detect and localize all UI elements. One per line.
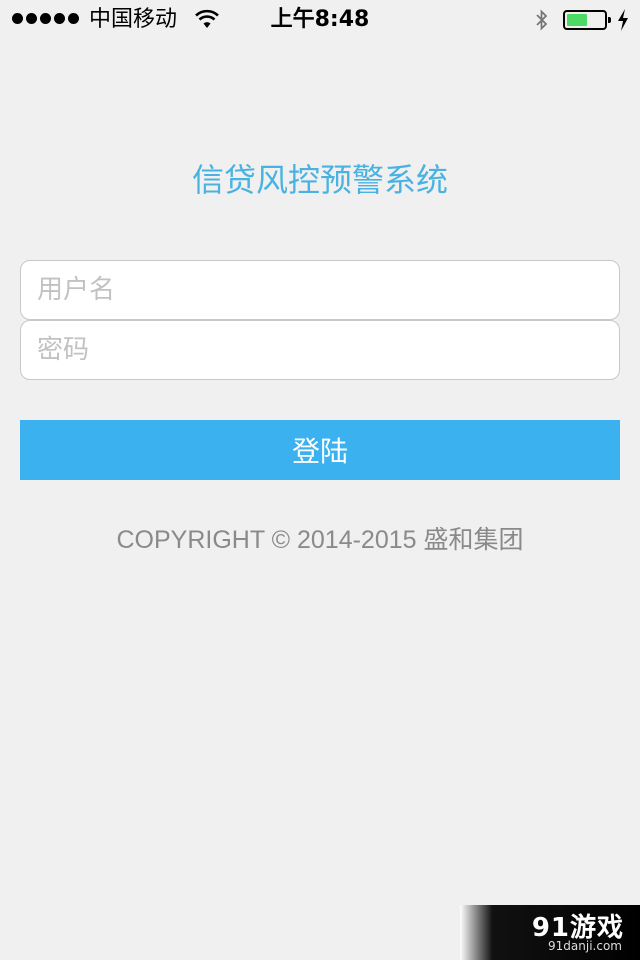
charging-bolt-icon bbox=[618, 9, 628, 31]
battery-level bbox=[567, 14, 587, 26]
username-input[interactable] bbox=[20, 260, 620, 320]
watermark-sub-text: 91danji.com bbox=[548, 939, 622, 953]
battery-icon bbox=[563, 10, 611, 30]
status-bar: 中国移动 上午8:48 bbox=[0, 0, 640, 40]
bluetooth-icon bbox=[536, 9, 548, 31]
password-input[interactable] bbox=[20, 320, 620, 380]
copyright-text: COPYRIGHT © 2014-2015 盛和集团 bbox=[116, 526, 524, 554]
login-button[interactable]: 登陆 bbox=[20, 420, 620, 480]
watermark-logo: 91游戏 91danji.com bbox=[460, 905, 640, 960]
app-title: 信贷风控预警系统 bbox=[191, 161, 448, 199]
